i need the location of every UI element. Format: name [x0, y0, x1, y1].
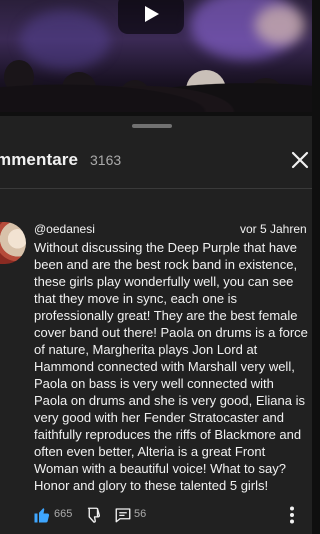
close-icon: [291, 151, 309, 169]
comment-timestamp: vor 5 Jahren: [240, 222, 307, 236]
dislike-button[interactable]: [84, 506, 102, 524]
header-divider: [0, 188, 312, 189]
comments-count: 3163: [90, 152, 122, 168]
thumbs-down-icon: [87, 507, 101, 523]
like-count: 665: [54, 508, 73, 520]
play-icon: [145, 6, 159, 22]
stage-light: [255, 5, 305, 45]
drag-handle[interactable]: [132, 124, 172, 128]
comment-actions: 665 56: [0, 506, 312, 530]
play-button[interactable]: [118, 0, 184, 34]
video-player[interactable]: [0, 0, 312, 112]
like-button[interactable]: [33, 506, 51, 524]
reply-bubble-icon: [115, 508, 131, 523]
reply-button[interactable]: [114, 506, 132, 524]
more-vertical-icon: [290, 506, 294, 524]
reply-count: 56: [134, 508, 147, 520]
comments-title: mmentare: [0, 150, 79, 169]
stage-light: [20, 10, 110, 70]
comment-author[interactable]: @oedanesi: [34, 222, 95, 236]
comments-header: mmentare 3163: [0, 142, 312, 182]
avatar[interactable]: [0, 222, 26, 264]
thumbs-up-icon: [34, 508, 50, 523]
comments-sheet: mmentare 3163 @oedanesi vor 5 Jahren Wit…: [0, 116, 312, 534]
comment-text: Without discussing the Deep Purple that …: [34, 240, 308, 493]
more-options-button[interactable]: [286, 506, 298, 524]
audience-silhouette: [0, 64, 312, 112]
close-button[interactable]: [288, 148, 312, 172]
